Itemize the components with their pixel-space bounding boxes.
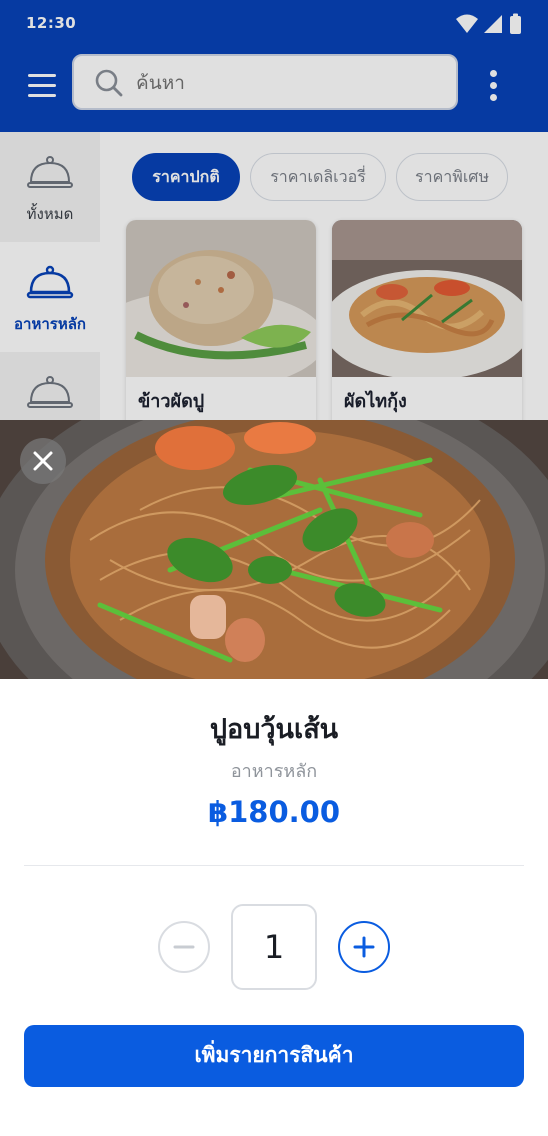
scrim[interactable] — [0, 0, 548, 432]
divider — [24, 865, 524, 866]
product-detail-sheet: ปูอบวุ้นเส้น อาหารหลัก ฿180.00 1 เพิ่มรา… — [0, 679, 548, 1136]
product-hero-image — [0, 420, 548, 680]
product-category: อาหารหลัก — [230, 761, 318, 782]
close-button[interactable] — [20, 438, 66, 484]
add-to-order-button[interactable]: เพิ่มรายการสินค้า — [24, 1025, 524, 1087]
quantity-value[interactable]: 1 — [231, 904, 317, 990]
decrease-quantity-button[interactable] — [158, 921, 210, 973]
close-icon — [33, 451, 53, 471]
minus-icon — [173, 945, 195, 949]
plus-icon — [353, 936, 375, 958]
baked-crab-glass-noodles-photo — [0, 420, 548, 680]
increase-quantity-button[interactable] — [338, 921, 390, 973]
product-price: ฿180.00 — [207, 795, 341, 829]
product-title: ปูอบวุ้นเส้น — [209, 714, 339, 745]
